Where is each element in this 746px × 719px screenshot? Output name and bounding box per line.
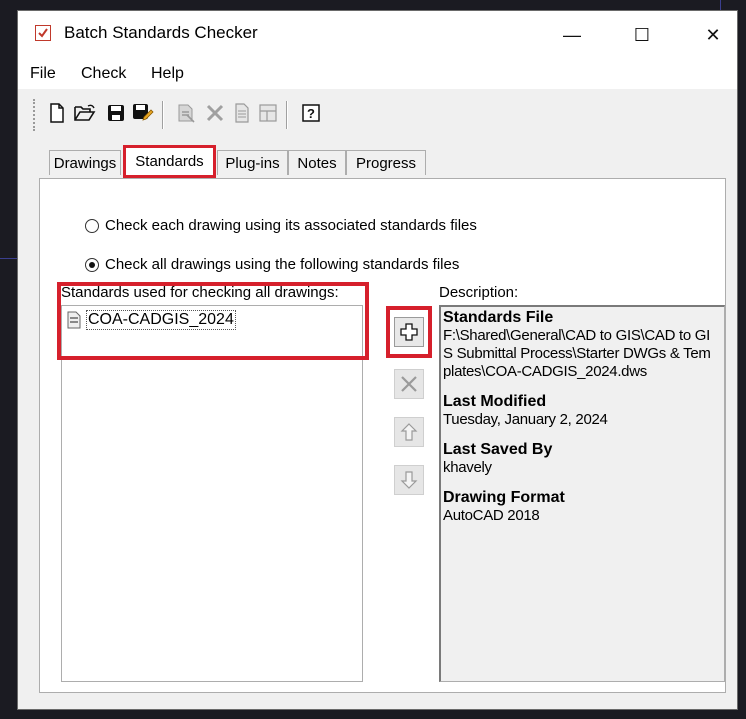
toolbar-grip-icon[interactable] bbox=[33, 99, 39, 131]
section-heading: Last Saved By bbox=[443, 441, 553, 458]
document-icon bbox=[231, 101, 253, 125]
app-icon bbox=[35, 25, 51, 41]
add-drawing-icon bbox=[175, 101, 197, 125]
option-label: Check each drawing using its associated … bbox=[105, 217, 477, 234]
section-heading: Drawing Format bbox=[443, 489, 565, 506]
help-icon[interactable]: ? bbox=[300, 101, 322, 125]
option-label: Check all drawings using the following s… bbox=[105, 256, 460, 273]
close-button[interactable]: ✕ bbox=[690, 11, 736, 59]
tab-drawings[interactable]: Drawings bbox=[49, 150, 121, 175]
menu-help[interactable]: Help bbox=[151, 65, 184, 83]
tab-strip: Drawings Standards Plug-ins Notes Progre… bbox=[18, 141, 737, 181]
delete-icon bbox=[204, 101, 226, 125]
toolbar: ? bbox=[18, 89, 737, 141]
background-line bbox=[720, 0, 721, 10]
section-value: F:\Shared\General\CAD to GIS\CAD to GIS … bbox=[443, 327, 711, 380]
description-section: Standards File F:\Shared\General\CAD to … bbox=[443, 309, 722, 381]
section-heading: Last Modified bbox=[443, 393, 547, 410]
tab-standards[interactable]: Standards bbox=[123, 145, 216, 178]
description-box: Standards File F:\Shared\General\CAD to … bbox=[439, 305, 725, 682]
option-associated-standards[interactable]: Check each drawing using its associated … bbox=[85, 217, 477, 234]
tab-progress[interactable]: Progress bbox=[346, 150, 426, 175]
batch-standards-checker-window: Batch Standards Checker — ☐ ✕ File Check… bbox=[17, 10, 738, 710]
description-section: Drawing Format AutoCAD 2018 bbox=[443, 489, 722, 525]
standards-panel: Check each drawing using its associated … bbox=[39, 178, 726, 693]
highlight-box-list bbox=[57, 282, 369, 360]
new-file-icon[interactable] bbox=[46, 101, 68, 125]
toolbar-separator bbox=[286, 101, 288, 129]
toolbar-separator bbox=[162, 101, 164, 129]
save-icon[interactable] bbox=[105, 101, 127, 125]
standards-list[interactable]: COA-CADGIS_2024 bbox=[61, 305, 363, 682]
window-title: Batch Standards Checker bbox=[64, 23, 258, 42]
section-heading: Standards File bbox=[443, 309, 554, 326]
minimize-button[interactable]: — bbox=[549, 11, 595, 59]
move-up-button bbox=[394, 417, 424, 447]
description-section: Last Modified Tuesday, January 2, 2024 bbox=[443, 393, 722, 429]
layout-icon bbox=[257, 101, 279, 125]
section-value: khavely bbox=[443, 459, 492, 476]
menu-file[interactable]: File bbox=[30, 65, 56, 83]
remove-standards-button bbox=[394, 369, 424, 399]
move-down-button bbox=[394, 465, 424, 495]
menu-check[interactable]: Check bbox=[81, 65, 126, 83]
option-following-standards[interactable]: Check all drawings using the following s… bbox=[85, 256, 459, 273]
radio-button[interactable] bbox=[85, 218, 99, 233]
save-as-icon[interactable] bbox=[132, 101, 154, 125]
description-section: Last Saved By khavely bbox=[443, 441, 722, 477]
description-label: Description: bbox=[439, 284, 519, 301]
background-line bbox=[0, 258, 17, 259]
radio-button-selected[interactable] bbox=[85, 257, 99, 272]
section-value: Tuesday, January 2, 2024 bbox=[443, 411, 608, 428]
title-bar: Batch Standards Checker — ☐ ✕ bbox=[18, 11, 737, 59]
svg-text:?: ? bbox=[307, 106, 315, 121]
highlight-box-add bbox=[386, 306, 432, 358]
tab-plug-ins[interactable]: Plug-ins bbox=[217, 150, 288, 175]
section-value: AutoCAD 2018 bbox=[443, 507, 540, 524]
tab-notes[interactable]: Notes bbox=[288, 150, 346, 175]
open-folder-icon[interactable] bbox=[74, 101, 96, 125]
menu-bar: File Check Help bbox=[18, 59, 737, 89]
maximize-button[interactable]: ☐ bbox=[619, 11, 665, 59]
